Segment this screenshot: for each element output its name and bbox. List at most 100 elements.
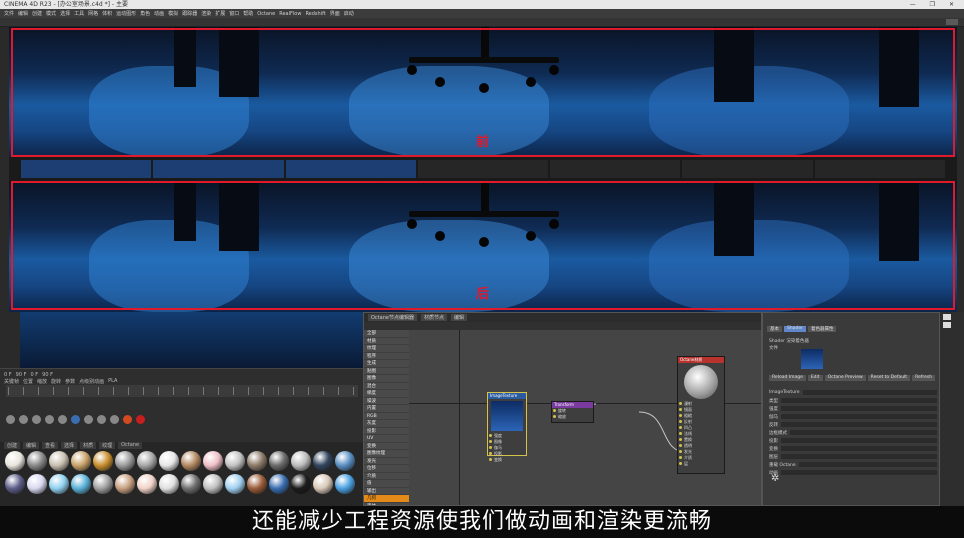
node-type-item[interactable]: 值 — [364, 480, 409, 488]
timeline-mode[interactable]: 关键帧 — [4, 378, 19, 385]
material-swatch[interactable] — [247, 474, 267, 494]
material-swatch[interactable] — [269, 474, 289, 494]
menu-item[interactable]: 扩展 — [215, 10, 225, 17]
side-tool-icon[interactable] — [943, 314, 951, 320]
node-type-item[interactable]: 发光 — [364, 458, 409, 465]
material-swatch[interactable] — [181, 451, 201, 471]
render-viewport[interactable]: 前 后 — [9, 27, 957, 312]
timeline-mode[interactable]: 参数 — [65, 378, 75, 385]
material-swatch[interactable] — [203, 451, 223, 471]
attribute-field[interactable] — [781, 398, 937, 403]
menu-item[interactable]: 界面 — [330, 10, 340, 17]
menu-item[interactable]: 体积 — [102, 10, 112, 17]
node-type-item[interactable]: 生成 — [364, 360, 409, 368]
node-type-item[interactable]: 内置 — [364, 405, 409, 413]
material-swatch[interactable] — [137, 474, 157, 494]
node-editor-tab[interactable]: Octane节点编辑器 — [368, 314, 417, 321]
node-type-item[interactable]: 全部 — [364, 330, 409, 338]
menu-item[interactable]: 模式 — [46, 10, 56, 17]
attribute-field[interactable] — [781, 454, 937, 459]
timeline-mode[interactable]: 点级别动画 — [79, 378, 104, 385]
material-swatch[interactable] — [115, 474, 135, 494]
node-type-item[interactable]: RGB — [364, 413, 409, 420]
attribute-field[interactable] — [781, 438, 937, 443]
menu-item[interactable]: 渲染 — [201, 10, 211, 17]
material-menu-item[interactable]: 编辑 — [23, 442, 40, 449]
material-swatch[interactable] — [5, 451, 25, 471]
menu-item[interactable]: 模拟 — [168, 10, 178, 17]
light-icon[interactable] — [97, 415, 106, 424]
layout-switch-button[interactable] — [946, 19, 958, 25]
menu-item[interactable]: 启动 — [344, 10, 354, 17]
attribute-button[interactable]: Edit — [807, 375, 823, 381]
window-controls[interactable]: — ❐ ✕ — [910, 0, 960, 9]
material-swatch[interactable] — [247, 451, 267, 471]
node-type-item[interactable]: 噪波 — [364, 398, 409, 405]
material-swatch[interactable] — [203, 474, 223, 494]
material-swatch[interactable] — [49, 451, 69, 471]
attribute-field[interactable] — [790, 430, 937, 435]
menu-item[interactable]: 帮助 — [243, 10, 253, 17]
node-type-item[interactable]: 混合 — [364, 383, 409, 390]
node-canvas[interactable]: ImageTexture 强度 图像 伽马 投影 变换 Transform 旋转 缩放 O… — [409, 330, 761, 505]
node-type-item[interactable]: 输出 — [364, 488, 409, 495]
attribute-field[interactable] — [798, 462, 937, 467]
gear-icon[interactable]: ✲ — [771, 473, 779, 484]
step-forward-icon[interactable] — [32, 415, 41, 424]
attribute-field[interactable] — [781, 422, 937, 427]
dot-icon[interactable] — [123, 415, 132, 424]
material-swatch[interactable] — [181, 474, 201, 494]
menu-item[interactable]: Redshift — [305, 11, 325, 17]
camera-icon[interactable] — [84, 415, 93, 424]
material-swatch[interactable] — [335, 451, 355, 471]
material-swatch[interactable] — [93, 474, 113, 494]
material-swatch[interactable] — [137, 451, 157, 471]
node-type-item[interactable]: 纹理 — [364, 345, 409, 353]
material-swatch[interactable] — [313, 474, 333, 494]
loop-icon[interactable] — [45, 415, 54, 424]
stop-icon[interactable] — [136, 415, 145, 424]
material-swatch[interactable] — [49, 474, 69, 494]
material-menu-item[interactable]: 查看 — [42, 442, 59, 449]
timeline-mode[interactable]: 缩放 — [37, 378, 47, 385]
material-menu-item[interactable]: 材质 — [80, 442, 97, 449]
timeline-mode[interactable]: 旋转 — [51, 378, 61, 385]
attribute-tab[interactable]: 着色器属性 — [807, 326, 837, 332]
attribute-field[interactable] — [781, 446, 937, 451]
menu-item[interactable]: 创建 — [32, 10, 42, 17]
attribute-tab[interactable]: Shader — [784, 326, 806, 332]
node-port[interactable]: 缩放 — [552, 414, 593, 420]
side-tool-icon-2[interactable] — [943, 322, 951, 328]
node-port[interactable]: 变换 — [488, 457, 526, 463]
material-swatch[interactable] — [313, 451, 333, 471]
menu-item[interactable]: 窗口 — [229, 10, 239, 17]
menu-item[interactable]: 选择 — [60, 10, 70, 17]
material-menu-item[interactable]: 创建 — [4, 442, 21, 449]
timeline-ruler[interactable] — [6, 385, 358, 397]
transform-node[interactable]: Transform 旋转 缩放 — [551, 401, 594, 423]
material-swatch[interactable] — [27, 451, 47, 471]
timeline-mode[interactable]: PLA — [108, 378, 117, 384]
material-swatch[interactable] — [291, 451, 311, 471]
menu-item[interactable]: 网格 — [88, 10, 98, 17]
node-type-item[interactable]: 变换 — [364, 443, 409, 450]
material-swatch[interactable] — [225, 474, 245, 494]
material-swatch[interactable] — [5, 474, 25, 494]
attribute-field[interactable] — [781, 414, 937, 419]
node-type-item[interactable]: 介质 — [364, 473, 409, 480]
menu-item[interactable]: 动画 — [154, 10, 164, 17]
node-type-item[interactable]: 位移 — [364, 465, 409, 473]
material-menu-item[interactable]: 纹理 — [99, 442, 116, 449]
octane-material-node[interactable]: Octane材质 漫射 镜面 粗糙 反射 凹凸 法线 置换 透明 发光 介质层 — [677, 356, 725, 474]
material-menu-item[interactable]: Octane — [118, 442, 143, 449]
material-swatch[interactable] — [93, 451, 113, 471]
material-swatch[interactable] — [291, 474, 311, 494]
menu-item[interactable]: 角色 — [140, 10, 150, 17]
menu-item[interactable]: 运动图形 — [116, 10, 136, 17]
material-swatch[interactable] — [335, 474, 355, 494]
secondary-viewport[interactable] — [20, 312, 363, 368]
node-type-item[interactable]: 几何 — [364, 495, 409, 503]
settings-icon[interactable] — [71, 415, 80, 424]
menu-item[interactable]: 编辑 — [18, 10, 28, 17]
node-type-item[interactable]: 图像纹理 — [364, 450, 409, 458]
